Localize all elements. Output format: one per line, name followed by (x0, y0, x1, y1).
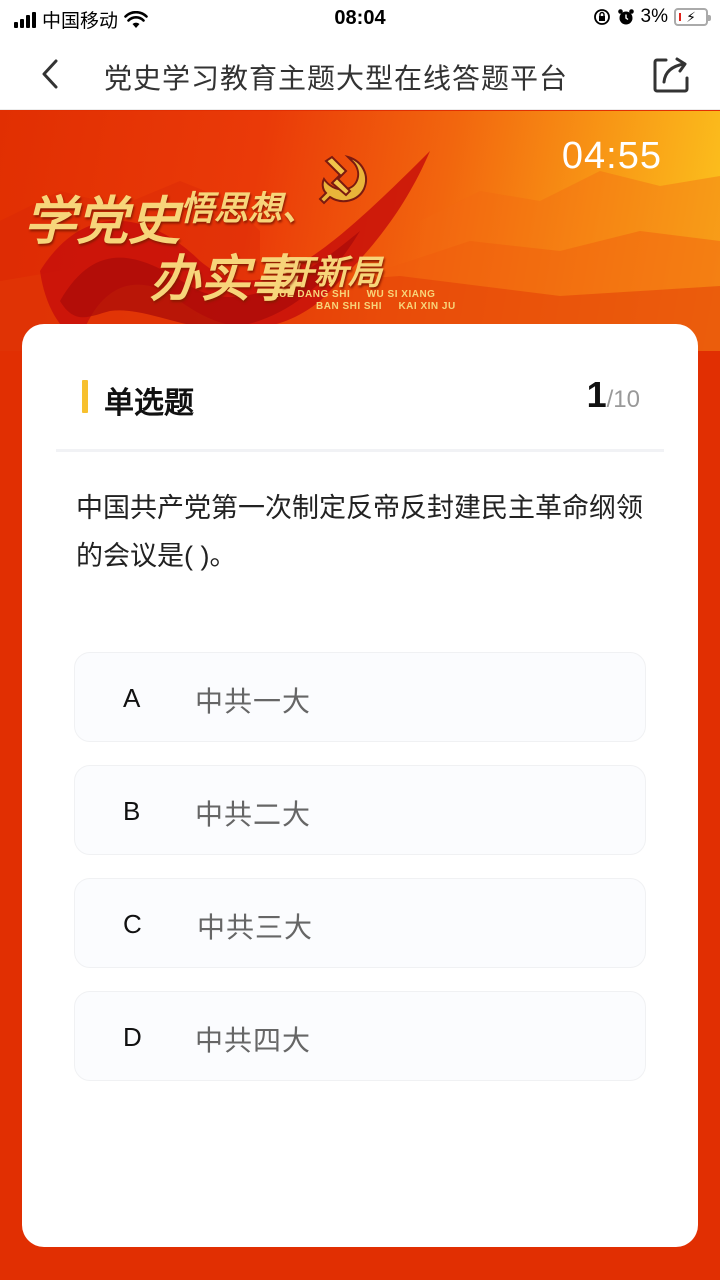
question-header: 单选题 1 /10 (22, 324, 698, 450)
option-text: 中共三大 (197, 912, 314, 943)
option-d[interactable]: D 中共四大 (74, 991, 646, 1081)
alarm-icon (617, 9, 634, 25)
banner: 学党史 悟思想、 办实事 开新局 XUE DANG SHI WU SI XIAN… (0, 111, 720, 351)
option-letter: C (123, 909, 142, 939)
battery-charging-icon: ⚡ (674, 8, 711, 26)
option-text: 中共一大 (195, 686, 312, 717)
slogan-line2-sub: 开新局 (280, 253, 382, 293)
carrier-label: 中国移动 (42, 11, 119, 32)
rotation-lock-icon (593, 9, 610, 25)
status-bar: 中国移动 08:04 3% ⚡ (0, 0, 720, 38)
wifi-icon (124, 10, 148, 28)
option-b[interactable]: B 中共二大 (74, 765, 646, 855)
signal-icon (14, 11, 36, 28)
question-total: /10 (606, 386, 640, 413)
question-progress: 1 /10 (587, 374, 640, 416)
nav-bar: 党史学习教育主题大型在线答题平台 (0, 38, 720, 110)
status-right: 3% ⚡ (593, 6, 711, 28)
battery-percent: 3% (640, 6, 668, 27)
option-a[interactable]: A 中共一大 (74, 652, 646, 742)
header-divider (56, 449, 664, 452)
page-title: 党史学习教育主题大型在线答题平台 (104, 63, 569, 94)
accent-bar (82, 380, 88, 413)
question-text: 中国共产党第一次制定反帝反封建民主革命纲领的会议是( )。 (76, 493, 643, 571)
option-letter: B (123, 796, 141, 826)
share-icon (653, 57, 689, 93)
pinyin-line2: BAN SHI SHI KAI XIN JU (316, 301, 456, 312)
question-type: 单选题 (104, 387, 194, 420)
question-current: 1 (586, 374, 607, 415)
pinyin-line1: XUE DANG SHI WU SI XIANG (272, 289, 436, 300)
option-text: 中共二大 (195, 799, 312, 830)
back-button[interactable] (30, 52, 70, 96)
option-text: 中共四大 (195, 1025, 312, 1056)
share-button[interactable] (648, 52, 694, 98)
status-left: 中国移动 (14, 6, 148, 33)
slogan-line1-sub: 悟思想、 (180, 189, 316, 229)
option-letter: A (123, 683, 141, 713)
slogan-line2-main: 办实事 (150, 249, 300, 308)
question-card: 单选题 1 /10 中国共产党第一次制定反帝反封建民主革命纲领的会议是( )。 … (22, 324, 698, 1247)
options-list: A 中共一大 B 中共二大 C 中共三大 D 中共四大 (74, 652, 646, 1104)
option-letter: D (123, 1022, 142, 1052)
countdown-timer: 04:55 (561, 135, 662, 177)
slogan: 学党史 悟思想、 办实事 开新局 XUE DANG SHI WU SI XIAN… (0, 141, 470, 331)
chevron-left-icon (42, 59, 58, 89)
option-c[interactable]: C 中共三大 (74, 878, 646, 968)
